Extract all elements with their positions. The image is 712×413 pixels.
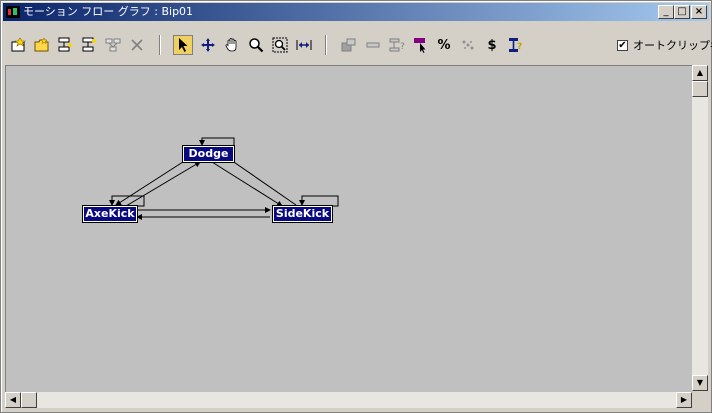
minimize-button[interactable]: _: [658, 5, 674, 19]
clip-properties-icon[interactable]: [339, 35, 359, 55]
svg-text:?: ?: [400, 42, 405, 52]
clip-node-axekick[interactable]: AxeKick: [82, 205, 138, 223]
pan-hand-icon[interactable]: [222, 35, 242, 55]
percent-icon[interactable]: %: [434, 35, 454, 55]
maximize-button[interactable]: □: [674, 5, 690, 19]
scroll-left-button[interactable]: ◀: [5, 392, 21, 408]
toolbar: ? % $ ? ✔ オートクリップ名: [3, 23, 712, 63]
move-icon[interactable]: [198, 35, 218, 55]
window-title: モーション フロー グラフ : Bip01: [23, 5, 194, 18]
scroll-down-button[interactable]: ▼: [692, 375, 708, 391]
select-random-start-icon[interactable]: [411, 35, 431, 55]
scroll-up-button[interactable]: ▲: [692, 65, 708, 81]
create-clip-icon[interactable]: [9, 35, 29, 55]
scroll-right-button[interactable]: ▶: [676, 392, 692, 408]
zoom-region-icon[interactable]: [270, 35, 290, 55]
random-scatter-icon[interactable]: [458, 35, 478, 55]
toolbar-separator: [325, 35, 327, 55]
select-arrow-icon[interactable]: [173, 35, 193, 55]
motion-flow-graph-window: モーション フロー グラフ : Bip01 _ □ × ? % $ ? ✔ オー…: [0, 0, 712, 413]
multiple-clips-icon[interactable]: [103, 35, 123, 55]
toolbar-separator: [159, 35, 161, 55]
auto-clip-name-option[interactable]: ✔ オートクリップ名: [617, 37, 712, 53]
app-icon[interactable]: [6, 6, 20, 18]
add-random-transition-icon[interactable]: [79, 35, 99, 55]
auto-clip-name-checkbox[interactable]: ✔: [617, 39, 628, 51]
clip-node-dodge[interactable]: Dodge: [182, 145, 235, 163]
size-grip[interactable]: [692, 392, 708, 408]
edge-dodge-to-axekick[interactable]: [115, 159, 187, 206]
script-transition-icon[interactable]: ?: [505, 35, 525, 55]
transition-edges: [109, 137, 339, 220]
clip-bar-icon[interactable]: [363, 35, 383, 55]
close-button[interactable]: ×: [691, 5, 707, 19]
svg-text:?: ?: [517, 42, 522, 52]
dodge-self-loop[interactable]: [199, 137, 235, 147]
clip-node-sidekick[interactable]: SideKick: [272, 205, 333, 223]
zoom-extents-icon[interactable]: [294, 35, 314, 55]
graph-canvas[interactable]: Dodge AxeKick SideKick: [5, 65, 692, 392]
auto-clip-name-label: オートクリップ名: [633, 39, 712, 52]
title-bar[interactable]: モーション フロー グラフ : Bip01 _ □ ×: [3, 3, 709, 21]
dollar-icon[interactable]: $: [482, 35, 502, 55]
horizontal-scrollbar[interactable]: ◀ ▶: [5, 392, 692, 408]
vertical-scroll-thumb[interactable]: [692, 81, 708, 97]
edge-dodge-to-sidekick[interactable]: [211, 161, 283, 207]
open-folder-icon[interactable]: [32, 35, 52, 55]
edge-axekick-to-dodge[interactable]: [125, 161, 201, 207]
sidekick-self-loop[interactable]: [299, 195, 339, 207]
horizontal-scroll-thumb[interactable]: [21, 392, 37, 408]
zoom-icon[interactable]: [246, 35, 266, 55]
transition-properties-icon[interactable]: ?: [387, 35, 407, 55]
delete-icon[interactable]: [127, 35, 147, 55]
add-transition-icon[interactable]: [55, 35, 75, 55]
vertical-scrollbar[interactable]: ▲ ▼: [692, 65, 708, 391]
edge-sidekick-to-dodge[interactable]: [227, 157, 297, 206]
